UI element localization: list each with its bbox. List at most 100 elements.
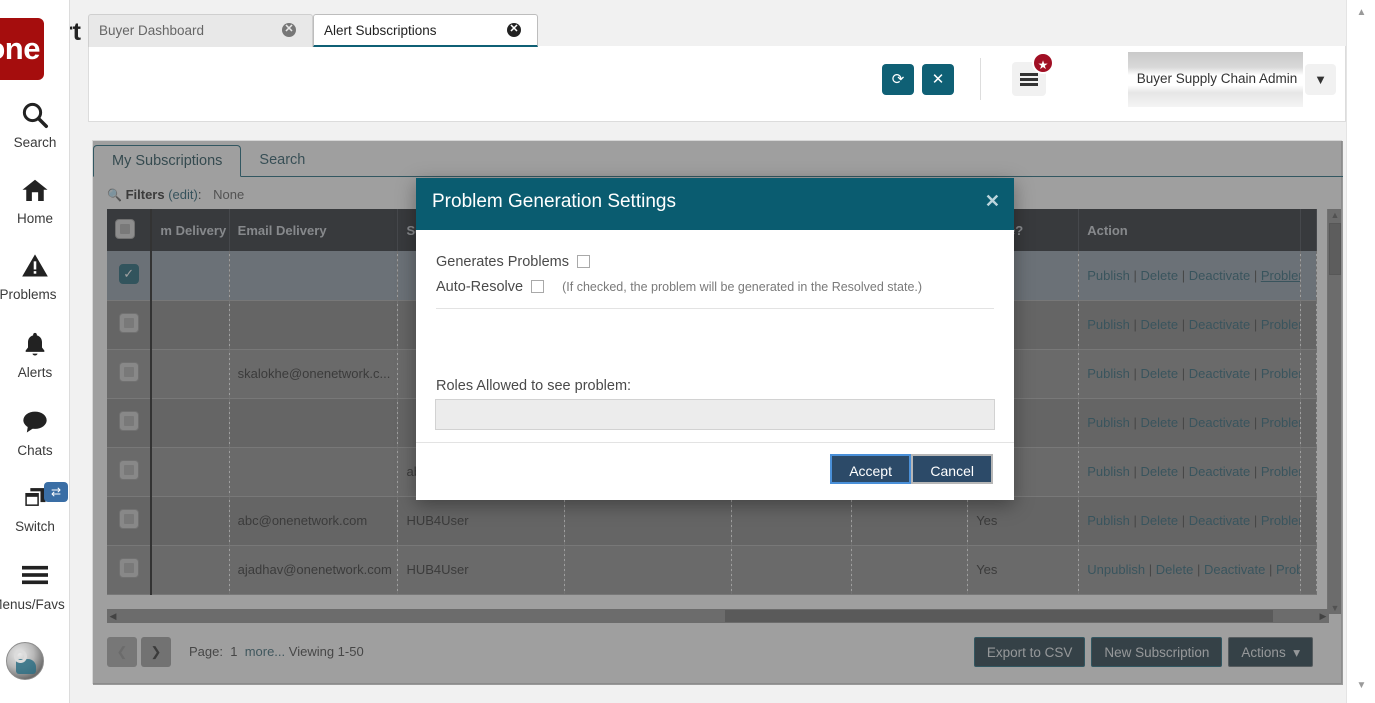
row-checkbox[interactable]: [118, 362, 139, 382]
rail-item-problems[interactable]: Problems: [0, 252, 70, 302]
table-row[interactable]: abc@onenetwork.com HUB4User Yes Publish | D…: [107, 496, 1317, 546]
row-checkbox[interactable]: [118, 460, 139, 480]
cancel-button[interactable]: Cancel: [911, 454, 993, 484]
row-select-cell[interactable]: [107, 447, 153, 497]
row-checkbox[interactable]: [118, 509, 139, 529]
row-checkbox[interactable]: [118, 263, 139, 284]
scroll-thumb[interactable]: [1329, 223, 1341, 275]
chevron-down-icon[interactable]: ▼: [1305, 64, 1336, 95]
one-logo[interactable]: one: [0, 18, 44, 80]
scroll-down-icon[interactable]: ▼: [1328, 602, 1342, 614]
row-select-cell[interactable]: [107, 251, 153, 301]
delete-link[interactable]: Delete: [1141, 366, 1179, 381]
publish-link[interactable]: Publish: [1087, 268, 1130, 283]
rail-item-switch[interactable]: ⇄ Switch: [0, 482, 70, 534]
table-horizontal-scrollbar[interactable]: ◀ ▶: [107, 609, 1329, 623]
scroll-right-icon[interactable]: ▶: [1317, 609, 1329, 623]
select-all-checkbox[interactable]: [115, 218, 135, 239]
publish-link[interactable]: Unpublish: [1087, 562, 1145, 577]
scroll-left-icon[interactable]: ◀: [107, 609, 119, 623]
delete-link[interactable]: Delete: [1141, 513, 1179, 528]
problem-settings-link[interactable]: Problem Settings: [1261, 415, 1300, 430]
problem-settings-link[interactable]: Problem Settings: [1261, 366, 1300, 381]
row-select-cell[interactable]: [107, 349, 153, 399]
more-pages-link[interactable]: more...: [245, 644, 285, 659]
cell-action[interactable]: Publish | Delete | Deactivate | Problem …: [1078, 300, 1302, 350]
row-select-cell[interactable]: [107, 300, 153, 350]
problem-settings-link[interactable]: Problem Settings: [1261, 317, 1300, 332]
publish-link[interactable]: Publish: [1087, 415, 1130, 430]
scroll-down-icon[interactable]: ▼: [1354, 679, 1369, 693]
swap-arrows-icon[interactable]: ⇄: [44, 482, 68, 502]
delete-link[interactable]: Delete: [1141, 464, 1179, 479]
tab-search[interactable]: Search: [241, 145, 323, 177]
rail-item-search[interactable]: Search: [0, 100, 70, 150]
delete-link[interactable]: Delete: [1141, 415, 1179, 430]
problem-settings-link[interactable]: Problem Settings: [1261, 268, 1300, 283]
deactivate-link[interactable]: Deactivate: [1189, 317, 1250, 332]
cell-action[interactable]: Publish | Delete | Deactivate | Problem …: [1078, 349, 1302, 399]
cell-action[interactable]: Publish | Delete | Deactivate | Problem …: [1078, 496, 1302, 546]
delete-link[interactable]: Delete: [1156, 562, 1194, 577]
problem-settings-link[interactable]: Problem Settings: [1276, 562, 1300, 577]
cell-action[interactable]: Publish | Delete | Deactivate | Problem …: [1078, 398, 1302, 448]
col-header-email-delivery[interactable]: Email Delivery: [229, 209, 399, 251]
roles-allowed-input[interactable]: [435, 399, 995, 430]
deactivate-link[interactable]: Deactivate: [1189, 366, 1250, 381]
cell-action[interactable]: Publish | Delete | Deactivate | Problem …: [1078, 447, 1302, 497]
delete-link[interactable]: Delete: [1141, 317, 1179, 332]
row-select-cell[interactable]: [107, 545, 153, 595]
rail-item-chats[interactable]: Chats: [0, 408, 70, 458]
publish-link[interactable]: Publish: [1087, 513, 1130, 528]
publish-link[interactable]: Publish: [1087, 317, 1130, 332]
next-page-button[interactable]: ❯: [141, 637, 171, 667]
new-subscription-button[interactable]: New Subscription: [1091, 637, 1223, 667]
browser-tab-alert-subscriptions[interactable]: Alert Subscriptions ✕: [313, 14, 538, 47]
delete-link[interactable]: Delete: [1141, 268, 1179, 283]
row-checkbox[interactable]: [118, 558, 139, 578]
star-icon[interactable]: ★: [1032, 52, 1054, 74]
rail-item-menus-favs[interactable]: Menus/Favs: [0, 562, 70, 612]
col-header-im-delivery[interactable]: m Delivery: [151, 209, 230, 251]
deactivate-link[interactable]: Deactivate: [1189, 513, 1250, 528]
publish-link[interactable]: Publish: [1087, 464, 1130, 479]
cell-action[interactable]: Publish | Delete | Deactivate | Problem …: [1078, 251, 1302, 301]
export-to-csv-button[interactable]: Export to CSV: [973, 637, 1086, 667]
cell-action[interactable]: Unpublish | Delete | Deactivate | Proble…: [1078, 545, 1302, 595]
deactivate-link[interactable]: Deactivate: [1189, 464, 1250, 479]
select-all-header[interactable]: [107, 209, 153, 251]
row-checkbox[interactable]: [118, 411, 139, 431]
publish-link[interactable]: Publish: [1087, 366, 1130, 381]
problem-settings-link[interactable]: Problem Settings: [1261, 464, 1300, 479]
filters-edit-link[interactable]: (edit): [168, 187, 198, 202]
deactivate-link[interactable]: Deactivate: [1189, 268, 1250, 283]
scroll-thumb-horizontal[interactable]: [725, 610, 1273, 622]
actions-dropdown-button[interactable]: Actions ▾: [1228, 637, 1313, 667]
close-icon[interactable]: ✕: [507, 23, 521, 37]
row-select-cell[interactable]: [107, 496, 153, 546]
col-header-action[interactable]: Action: [1078, 209, 1302, 251]
problem-settings-link[interactable]: Problem Settings: [1261, 513, 1300, 528]
generates-problems-checkbox[interactable]: [577, 254, 591, 268]
auto-resolve-checkbox[interactable]: [531, 279, 545, 293]
table-row[interactable]: ajadhav@onenetwork.com HUB4User Yes Unpubli…: [107, 545, 1317, 595]
avatar[interactable]: [6, 642, 44, 680]
refresh-button[interactable]: ⟳: [882, 64, 914, 95]
scroll-up-icon[interactable]: ▲: [1328, 209, 1342, 221]
browser-tab-buyer-dashboard[interactable]: Buyer Dashboard ✕: [88, 14, 313, 47]
close-icon[interactable]: ✕: [282, 23, 296, 37]
prev-page-button[interactable]: ❮: [107, 637, 137, 667]
close-x-icon[interactable]: ✕: [985, 191, 1000, 212]
row-select-cell[interactable]: [107, 398, 153, 448]
rail-item-alerts[interactable]: Alerts: [0, 330, 70, 380]
page-scrollbar[interactable]: ▲ ▼: [1346, 0, 1375, 703]
table-vertical-scrollbar[interactable]: ▲ ▼: [1327, 209, 1341, 614]
accept-button[interactable]: Accept: [830, 454, 911, 484]
scroll-up-icon[interactable]: ▲: [1354, 6, 1369, 20]
row-checkbox[interactable]: [118, 313, 139, 333]
close-page-button[interactable]: ✕: [922, 64, 954, 95]
deactivate-link[interactable]: Deactivate: [1204, 562, 1265, 577]
tab-my-subscriptions[interactable]: My Subscriptions: [93, 145, 242, 177]
deactivate-link[interactable]: Deactivate: [1189, 415, 1250, 430]
rail-item-home[interactable]: Home: [0, 176, 70, 226]
